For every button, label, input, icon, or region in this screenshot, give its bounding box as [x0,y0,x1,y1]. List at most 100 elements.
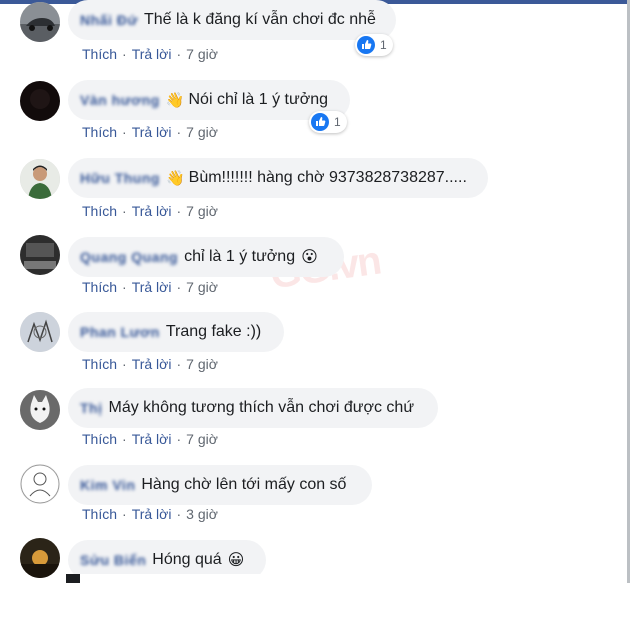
reply-link[interactable]: Trả lời [132,46,172,62]
comment-bubble: Phan Lươn Trang fake :)) [68,312,284,352]
commenter-name[interactable]: Thị [80,400,103,416]
comment-text: Thế là k đăng kí vẫn chơi đc nhễ [143,11,376,28]
comment-text: Nói chỉ là 1 ý tưởng [188,91,328,108]
comment-item: Vàn hương 👋 Nói chỉ là 1 ý tưởng 1 Thích… [0,78,630,158]
reaction-count: 1 [380,38,387,52]
like-link[interactable]: Thích [82,203,117,219]
avatar[interactable] [20,2,60,42]
reaction-count: 1 [334,115,341,129]
comment-bubble: Kim Vin Hàng chờ lên tới mấy con số [68,465,372,505]
separator: · [122,279,127,295]
commenter-name[interactable]: Kim Vin [80,477,135,493]
timestamp[interactable]: 7 giờ [186,203,218,219]
separator: · [122,124,127,140]
reply-link[interactable]: Trả lời [132,203,172,219]
comment-item: Thị Máy không tương thích vẫn chơi được … [0,388,630,468]
reply-link[interactable]: Trả lời [132,124,172,140]
separator: · [122,203,127,219]
man-avatar-icon [20,159,60,199]
like-link[interactable]: Thích [82,356,117,372]
comment-text: Hàng chờ lên tới mấy con số [141,476,347,493]
like-link[interactable]: Thích [82,279,117,295]
separator: · [176,46,182,62]
comment-item: Hữu Thung 👋 Bùm!!!!!!! hàng chờ 93738287… [0,157,630,237]
partial-block [66,574,80,583]
avatar[interactable] [20,464,60,504]
separator: · [176,279,182,295]
timestamp[interactable]: 3 giờ [186,506,218,522]
comment-actions: Thích · Trả lời · 7 giờ [82,356,218,372]
reply-link[interactable]: Trả lời [132,356,172,372]
wave-icon: 👋 [165,170,185,187]
commenter-name[interactable]: Phan Lươn [80,324,160,340]
room-avatar-icon [20,235,60,275]
timestamp[interactable]: 7 giờ [186,356,218,372]
car-avatar-icon [20,2,60,42]
like-link[interactable]: Thích [82,46,117,62]
cat-avatar-icon [20,390,60,430]
comment-text: Máy không tương thích vẫn chơi được chứ [108,399,415,416]
avatar[interactable] [20,235,60,275]
reply-link[interactable]: Trả lời [132,506,172,522]
comment-actions: Thích · Trả lời · 7 giờ [82,124,218,140]
separator: · [122,356,127,372]
comment-bubble: Nhấi Đứ Thế là k đăng kí vẫn chơi đc nhễ [68,0,396,40]
reaction-badge[interactable]: 1 [309,111,347,133]
commenter-name[interactable]: Nhấi Đứ [80,12,138,28]
avatar[interactable] [20,159,60,199]
comment-item: Phan Lươn Trang fake :)) Thích · Trả lời… [0,312,630,392]
separator: · [176,506,182,522]
wave-icon: 👋 [165,92,185,109]
separator: · [176,124,182,140]
comment-actions: Thích · Trả lời · 7 giờ [82,46,218,62]
like-icon [311,113,329,131]
next-comment-partial [66,574,606,583]
commenter-name[interactable]: Quang Quang [80,249,178,265]
avatar[interactable] [20,390,60,430]
reaction-badge[interactable]: 1 [355,34,393,56]
sunset-avatar-icon [20,538,60,578]
separator: · [122,506,127,522]
comment-bubble: Thị Máy không tương thích vẫn chơi được … [68,388,438,428]
commenter-name[interactable]: Sửu Biển [80,552,146,568]
comment-text: Bùm!!!!!!! hàng chờ 9373828738287..... [188,169,467,186]
separator: · [176,431,182,447]
comment-bubble: Vàn hương 👋 Nói chỉ là 1 ý tưởng [68,80,350,120]
separator: · [122,46,127,62]
avatar[interactable] [20,312,60,352]
commenter-name[interactable]: Vàn hương [80,92,160,108]
comment-item: Nhấi Đứ Thế là k đăng kí vẫn chơi đc nhễ… [0,0,630,80]
comment-bubble: Quang Quang chỉ là 1 ý tưởng 😮 [68,237,344,277]
avatar[interactable] [20,538,60,578]
like-icon [357,36,375,54]
emoji-icon: 😮 [301,249,318,266]
timestamp[interactable]: 7 giờ [186,46,218,62]
commenter-name[interactable]: Hữu Thung [80,170,160,186]
timestamp[interactable]: 7 giờ [186,431,218,447]
comment-actions: Thích · Trả lời · 7 giờ [82,279,218,295]
timestamp[interactable]: 7 giờ [186,124,218,140]
comment-text: Trang fake :)) [165,323,262,340]
emoji-icon: 😀 [227,552,245,569]
comment-actions: Thích · Trả lời · 3 giờ [82,506,218,522]
like-link[interactable]: Thích [82,431,117,447]
separator: · [122,431,127,447]
comment-actions: Thích · Trả lời · 7 giờ [82,431,218,447]
timestamp[interactable]: 7 giờ [186,279,218,295]
like-link[interactable]: Thích [82,124,117,140]
comment-bubble: Hữu Thung 👋 Bùm!!!!!!! hàng chờ 93738287… [68,158,488,198]
dark-avatar-icon [20,81,60,121]
reply-link[interactable]: Trả lời [132,431,172,447]
comment-actions: Thích · Trả lời · 7 giờ [82,203,218,219]
comment-text: Hóng quá [152,551,222,568]
comment-item: Kim Vin Hàng chờ lên tới mấy con số Thíc… [0,463,630,543]
reply-link[interactable]: Trả lời [132,279,172,295]
comment-text: chỉ là 1 ý tưởng [184,248,296,265]
drawing-avatar-icon [20,464,60,504]
like-link[interactable]: Thích [82,506,117,522]
avatar[interactable] [20,81,60,121]
comment-item: Quang Quang chỉ là 1 ý tưởng 😮 Thích · T… [0,235,630,315]
separator: · [176,356,182,372]
separator: · [176,203,182,219]
sketch-avatar-icon [20,312,60,352]
